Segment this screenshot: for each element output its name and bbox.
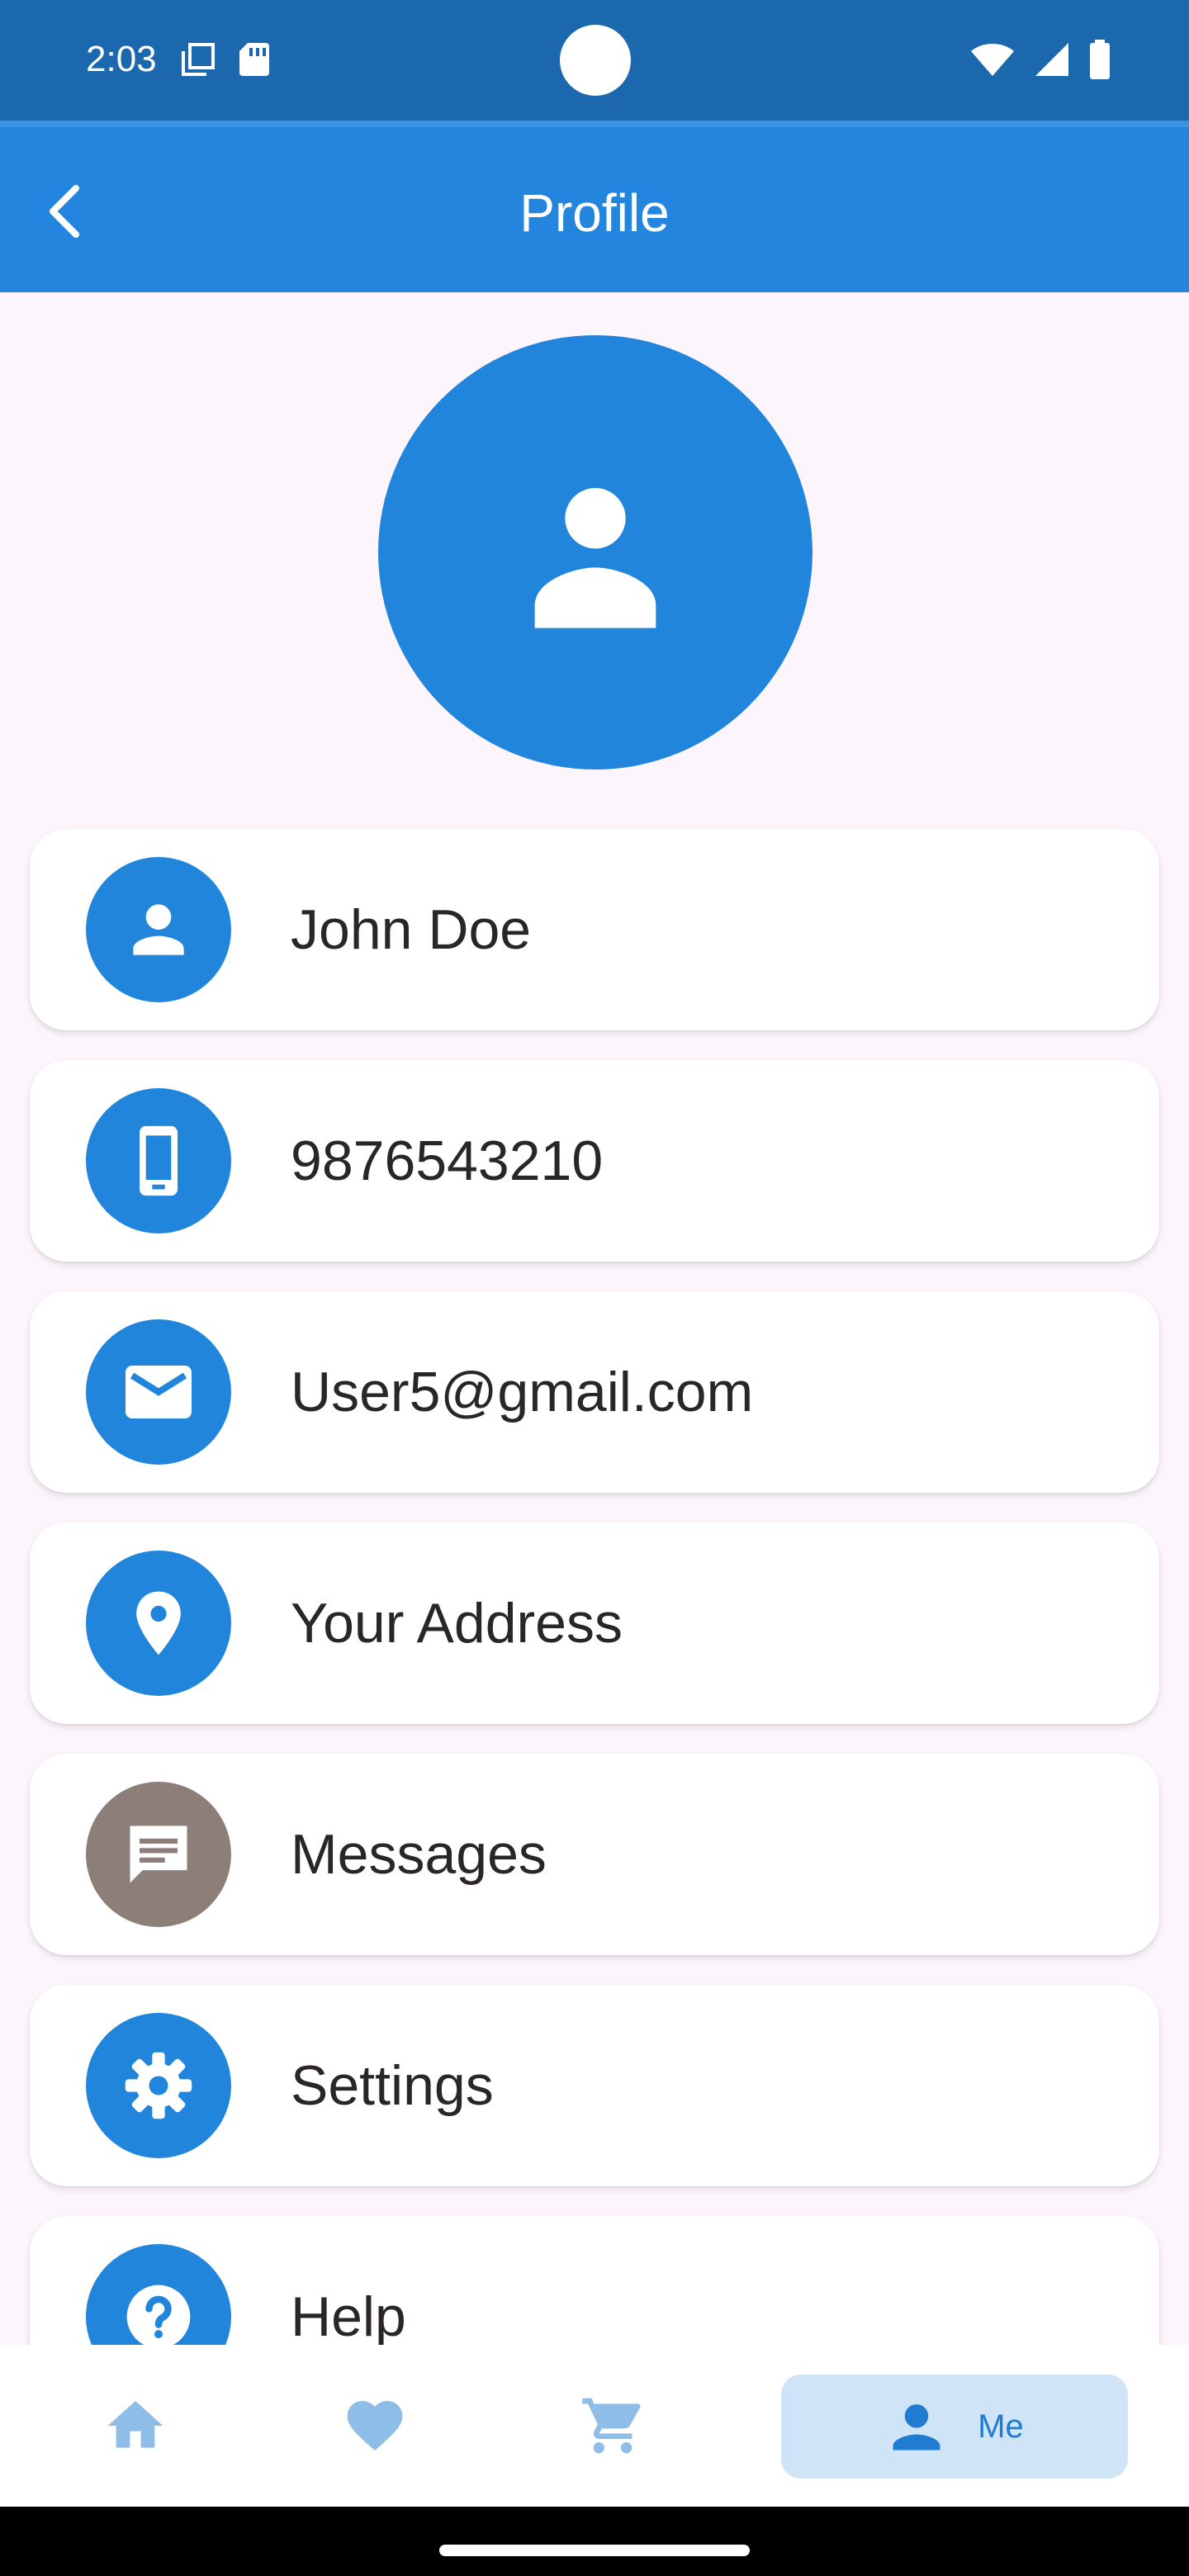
nav-favorites[interactable] xyxy=(292,2345,457,2507)
messages-icon-badge xyxy=(86,1782,231,1927)
home-gesture-handle[interactable] xyxy=(439,2545,750,2556)
bottom-navigation: Me xyxy=(0,2345,1189,2507)
list-item-email[interactable]: User5@gmail.com xyxy=(30,1291,1159,1493)
settings-label: Settings xyxy=(291,2054,494,2117)
person-icon xyxy=(893,2404,940,2451)
smartphone-icon xyxy=(140,1125,178,1196)
status-time: 2:03 xyxy=(86,39,157,79)
nav-me-label: Me xyxy=(978,2408,1024,2445)
name-icon-badge xyxy=(86,857,231,1002)
name-label: John Doe xyxy=(291,898,532,961)
sd-card-icon xyxy=(236,40,272,83)
camera-cutout xyxy=(560,25,631,96)
nav-home[interactable] xyxy=(53,2345,218,2507)
battery-icon xyxy=(1088,40,1111,83)
list-item-phone[interactable]: 9876543210 xyxy=(30,1060,1159,1262)
address-label: Your Address xyxy=(291,1592,623,1655)
phone-label: 9876543210 xyxy=(291,1129,604,1192)
list-item-name[interactable]: John Doe xyxy=(30,829,1159,1030)
person-icon xyxy=(133,904,184,955)
profile-avatar[interactable] xyxy=(378,335,812,769)
screen-icon xyxy=(178,40,218,83)
location-pin-icon xyxy=(136,1591,181,1655)
status-bar: 2:03 xyxy=(0,0,1189,121)
status-icons-left xyxy=(178,40,272,83)
page-title: Profile xyxy=(519,183,670,243)
mail-icon xyxy=(126,1366,192,1418)
gear-icon xyxy=(125,2052,192,2119)
nav-cart[interactable] xyxy=(530,2345,695,2507)
heart-icon xyxy=(347,2401,403,2451)
list-item-messages[interactable]: Messages xyxy=(30,1754,1159,1955)
home-icon xyxy=(107,2401,163,2448)
signal-icon xyxy=(1032,40,1072,83)
cart-icon xyxy=(582,2398,641,2454)
wifi-icon xyxy=(969,40,1016,83)
email-icon-badge xyxy=(86,1319,231,1465)
address-icon-badge xyxy=(86,1551,231,1696)
phone-icon-badge xyxy=(86,1088,231,1234)
system-navigation-bar xyxy=(0,2507,1189,2576)
messages-label: Messages xyxy=(291,1823,547,1886)
nav-me[interactable]: Me xyxy=(781,2375,1128,2479)
help-icon xyxy=(126,2285,191,2349)
settings-icon-badge xyxy=(86,2013,231,2158)
person-icon xyxy=(534,488,656,628)
chat-icon xyxy=(130,1825,187,1883)
list-item-settings[interactable]: Settings xyxy=(30,1985,1159,2186)
email-label: User5@gmail.com xyxy=(291,1361,754,1423)
list-item-address[interactable]: Your Address xyxy=(30,1522,1159,1724)
app-bar: Profile xyxy=(0,121,1189,292)
status-icons-right xyxy=(969,40,1111,83)
